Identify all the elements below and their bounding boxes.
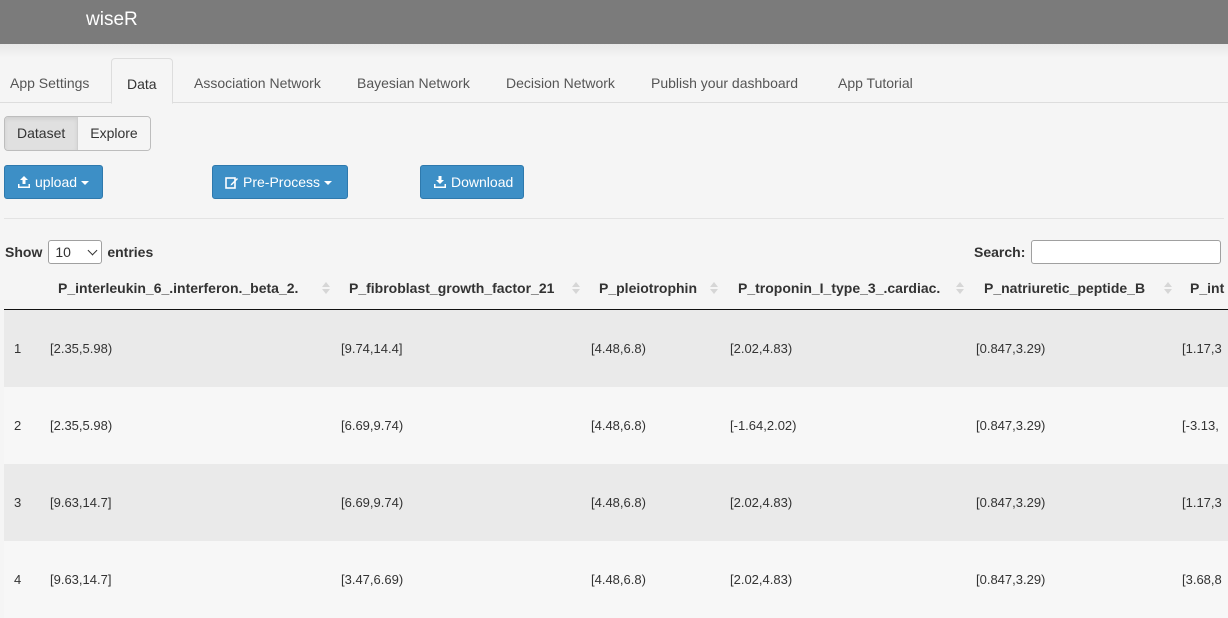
preprocess-button[interactable]: Pre-Process xyxy=(212,165,348,199)
table-cell: [4.48,6.8) xyxy=(591,495,646,510)
navbar-shadow xyxy=(0,44,1228,58)
main-tabs: App Settings Data Association Network Ba… xyxy=(0,58,1228,104)
column-header[interactable]: P_fibroblast_growth_factor_21 xyxy=(349,280,554,296)
entries-label: entries xyxy=(107,244,154,260)
table-cell: [0.847,3.29) xyxy=(976,572,1046,587)
app-brand: wiseR xyxy=(86,9,138,30)
column-header[interactable]: P_pleiotrophin xyxy=(599,280,697,296)
tab-app-tutorial[interactable]: App Tutorial xyxy=(828,58,923,103)
sort-icon[interactable] xyxy=(572,282,580,296)
table-cell: [3.47,6.69) xyxy=(341,572,404,587)
table-cell: [4.48,6.8) xyxy=(591,341,646,356)
table-cell: [2.02,4.83) xyxy=(730,495,793,510)
search-control: Search: xyxy=(974,240,1222,264)
table-cell: [0.847,3.29) xyxy=(976,495,1046,510)
row-index: 1 xyxy=(14,341,22,356)
table-row[interactable]: 4 [9.63,14.7] [3.47,6.69) [4.48,6.8) [2.… xyxy=(4,541,1228,618)
table-row[interactable]: 3 [9.63,14.7] [6.69,9.74) [4.48,6.8) [2.… xyxy=(4,464,1228,541)
tab-publish-dashboard[interactable]: Publish your dashboard xyxy=(641,58,808,103)
table-cell: [6.69,9.74) xyxy=(341,495,404,510)
column-header[interactable]: P_natriuretic_peptide_B xyxy=(984,280,1145,296)
tab-data[interactable]: Data xyxy=(111,58,173,104)
entries-control: Show 10 entries xyxy=(5,240,153,264)
table-header: P_interleukin_6_.interferon._beta_2. P_f… xyxy=(4,268,1228,310)
table-cell: [9.63,14.7] xyxy=(50,495,112,510)
subtab-explore[interactable]: Explore xyxy=(77,117,150,150)
tab-decision-network[interactable]: Decision Network xyxy=(496,58,625,103)
tab-app-settings[interactable]: App Settings xyxy=(0,58,99,103)
table-cell: [9.63,14.7] xyxy=(50,572,112,587)
table-cell: [3.68,8 xyxy=(1182,572,1222,587)
table-cell: [2.02,4.83) xyxy=(730,341,793,356)
entries-select[interactable]: 10 xyxy=(48,240,103,264)
column-header[interactable]: P_interleukin_6_.interferon._beta_2. xyxy=(58,280,298,296)
table-cell: [2.35,5.98) xyxy=(50,418,113,433)
column-header[interactable]: P_troponin_I_type_3_.cardiac. xyxy=(738,280,940,296)
navbar: wiseR xyxy=(0,0,1228,44)
sort-icon[interactable] xyxy=(322,282,330,296)
table-cell: [4.48,6.8) xyxy=(591,572,646,587)
column-header[interactable]: P_int xyxy=(1190,280,1224,296)
table-cell: [-3.13, xyxy=(1182,418,1219,433)
sort-icon[interactable] xyxy=(1164,282,1172,296)
sort-icon[interactable] xyxy=(956,282,964,296)
show-label: Show xyxy=(5,244,43,260)
download-button[interactable]: Download xyxy=(420,165,524,199)
table-row[interactable]: 1 [2.35,5.98) [9.74,14.4] [4.48,6.8) [2.… xyxy=(4,310,1228,387)
upload-button[interactable]: upload xyxy=(4,165,103,199)
sub-tabs: Dataset Explore xyxy=(4,116,151,151)
search-label: Search: xyxy=(974,244,1026,260)
table-cell: [0.847,3.29) xyxy=(976,418,1046,433)
chevron-down-icon xyxy=(87,245,98,256)
row-index: 3 xyxy=(14,495,22,510)
table-cell: [0.847,3.29) xyxy=(976,341,1046,356)
table-cell: [4.48,6.8) xyxy=(591,418,646,433)
section-divider xyxy=(4,218,1224,219)
table-cell: [6.69,9.74) xyxy=(341,418,404,433)
preprocess-label: Pre-Process xyxy=(243,174,321,190)
upload-label: upload xyxy=(35,174,78,190)
entries-value: 10 xyxy=(55,244,71,260)
download-label: Download xyxy=(451,174,514,190)
download-icon xyxy=(434,176,446,188)
data-table: P_interleukin_6_.interferon._beta_2. P_f… xyxy=(4,268,1228,618)
table-cell: [9.74,14.4] xyxy=(341,341,403,356)
upload-icon xyxy=(18,176,30,188)
table-cell: [2.02,4.83) xyxy=(730,572,793,587)
subtab-dataset[interactable]: Dataset xyxy=(5,117,78,150)
search-input[interactable] xyxy=(1031,240,1222,264)
row-index: 2 xyxy=(14,418,22,433)
table-row[interactable]: 2 [2.35,5.98) [6.69,9.74) [4.48,6.8) [-1… xyxy=(4,387,1228,464)
table-cell: [-1.64,2.02) xyxy=(730,418,797,433)
table-cell: [1.17,3 xyxy=(1182,341,1222,356)
caret-down-icon xyxy=(324,181,333,185)
table-cell: [2.35,5.98) xyxy=(50,341,113,356)
row-index: 4 xyxy=(14,572,22,587)
edit-icon xyxy=(225,177,238,189)
caret-down-icon xyxy=(81,181,90,185)
tab-bayesian-network[interactable]: Bayesian Network xyxy=(347,58,480,103)
tab-association-network[interactable]: Association Network xyxy=(184,58,331,103)
table-cell: [1.17,3 xyxy=(1182,495,1222,510)
sort-icon[interactable] xyxy=(710,282,718,296)
